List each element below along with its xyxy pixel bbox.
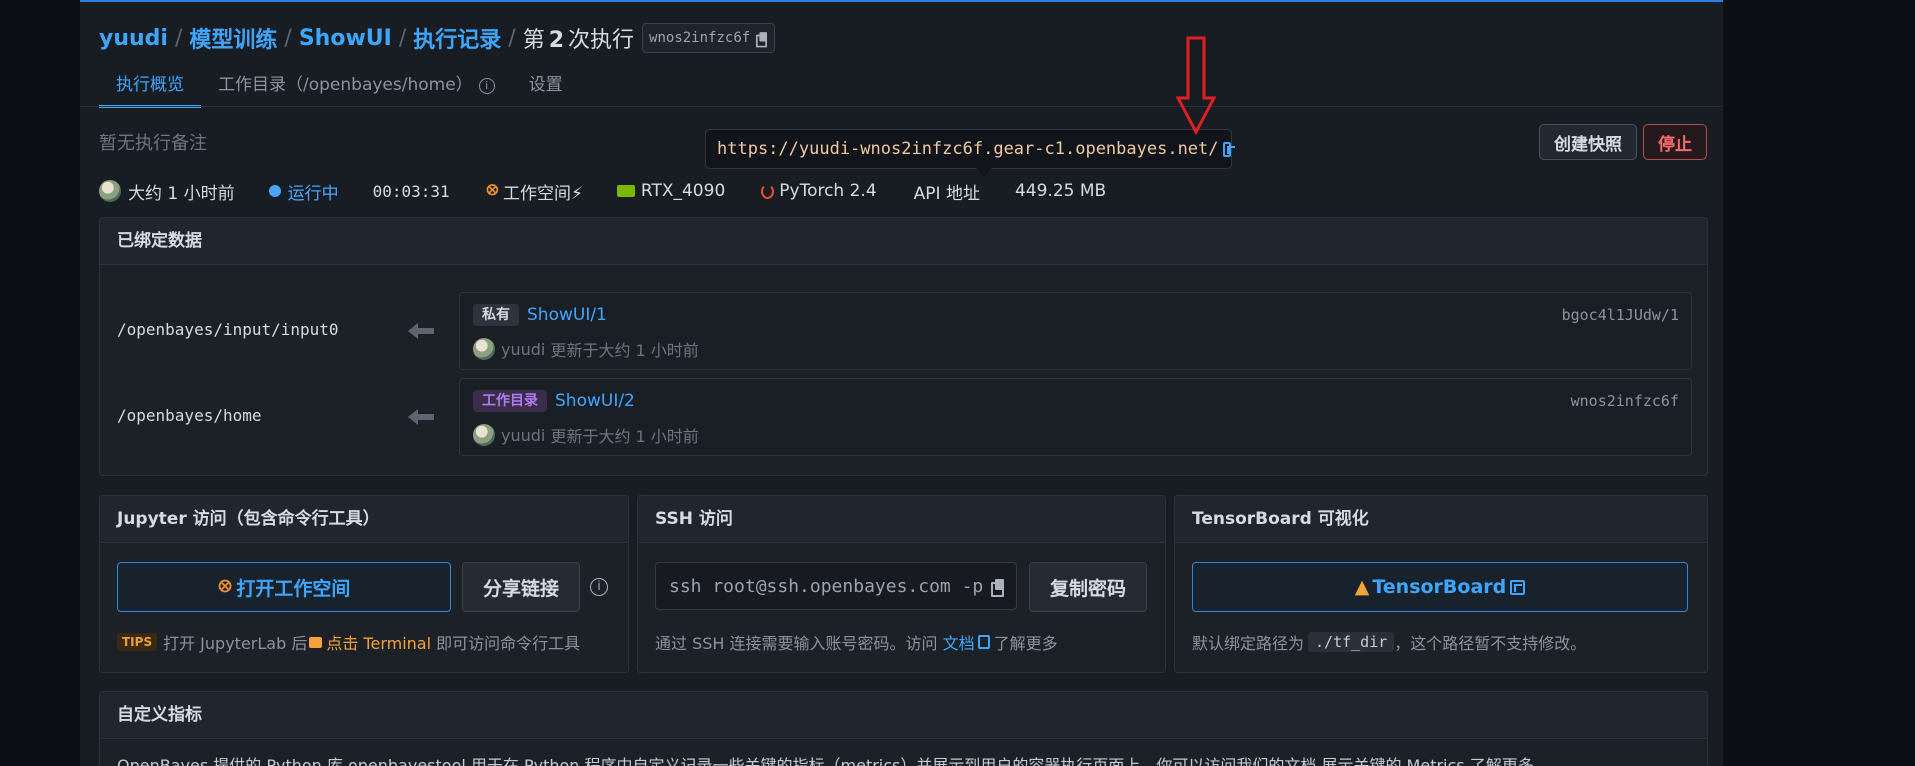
bound-data-panel: 已绑定数据 /openbayes/input/input0 私有 ShowUI/… [99,217,1708,476]
avatar [473,338,495,360]
dataset-card[interactable]: 私有 ShowUI/1 bgoc4l1JUdw/1 yuudi 更新于大约 1 … [459,292,1692,370]
api-address-link[interactable]: API 地址 [914,179,980,204]
api-url-tooltip[interactable]: https://yuudi-wnos2infzc6f.gear-c1.openb… [705,129,1232,177]
jupyter-panel: Jupyter 访问（包含命令行工具） ꕕ 打开工作空间 分享链接 i TIPS … [99,495,629,673]
workdir-link[interactable]: ShowUI/2 [555,390,635,412]
external-link-icon [1510,579,1526,595]
tab-overview[interactable]: 执行概览 [99,70,201,108]
private-badge: 私有 [473,304,519,326]
tf-dir-code: ./tf_dir [1308,632,1395,652]
share-link-button[interactable]: 分享链接 [462,562,580,612]
breadcrumb-user[interactable]: yuudi [99,26,168,51]
execution-note[interactable]: 暂无执行备注 [99,129,207,155]
panel-title: Jupyter 访问（包含命令行工具） [100,496,628,543]
avatar [473,424,495,446]
ssh-panel: SSH 访问 ssh root@ssh.openbayes.com -p 复制密… [637,495,1166,673]
jupyter-help: TIPS 打开 JupyterLab 后点击 Terminal 即可访问命令行工… [117,630,580,654]
gpu-type: RTX_4090 [616,181,725,201]
ssh-help: 通过 SSH 连接需要输入账号密码。访问 文档 了解更多 [655,630,1058,654]
dataset-link[interactable]: ShowUI/1 [527,304,607,326]
custom-metrics-panel: 自定义指标 OpenBayes 提供的 Python 库 openbayesto… [99,691,1708,766]
dataset-meta: yuudi 更新于大约 1 小时前 [473,337,699,361]
info-icon[interactable]: i [590,578,608,596]
bound-data-row: /openbayes/input/input0 私有 ShowUI/1 bgoc… [100,292,1707,370]
status-badge: 运行中 [268,179,339,204]
copy-icon[interactable] [991,579,1004,597]
create-snapshot-button[interactable]: 创建快照 [1539,124,1637,160]
framework: PyTorch 2.4 [761,181,877,201]
breadcrumb-separator: / [398,25,407,51]
workdir-meta: yuudi 更新于大约 1 小时前 [473,423,699,447]
mount-path: /openbayes/home [117,406,262,425]
jupyter-icon: ꕕ [217,576,233,598]
breadcrumb-current: 第 2 次执行 [522,28,635,53]
breadcrumb-records[interactable]: 执行记录 [413,22,501,54]
tab-settings[interactable]: 设置 [512,70,580,108]
bound-data-row: /openbayes/home 工作目录 ShowUI/2 wnos2infzc… [100,378,1707,456]
arrow-left-icon [408,323,434,339]
breadcrumb-project[interactable]: ShowUI [299,26,392,51]
dataset-id: bgoc4l1JUdw/1 [1561,306,1679,324]
panel-title: 自定义指标 [100,692,1707,739]
storage-size: 449.25 MB [1014,181,1107,201]
tips-badge: TIPS [117,633,158,651]
run-id-chip[interactable]: wnos2infzc6f [642,23,776,53]
workspace-type: ꕕ 工作空间⚡ [485,181,583,204]
panel-title: 已绑定数据 [100,218,1707,265]
tensorboard-icon: ▲ [1354,576,1370,598]
avatar [99,180,121,202]
tab-divider [80,106,1723,107]
arrow-left-icon [408,409,434,425]
external-link-icon[interactable] [1222,141,1231,157]
created-time: 大约 1 小时前 [99,179,235,204]
breadcrumb-separator: / [284,25,292,51]
elapsed-time: 00:03:31 [372,181,450,201]
breadcrumb: yuudi / 模型训练 / ShowUI / 执行记录 / 第 2 次执行 wno… [99,22,776,54]
running-dot-icon [268,185,281,197]
breadcrumb-separator: / [508,25,516,51]
mount-path: /openbayes/input/input0 [117,320,339,339]
tab-workdir[interactable]: 工作目录（/openbayes/home） i [201,70,512,108]
terminal-icon [309,636,323,648]
status-row: 大约 1 小时前 运行中 00:03:31 ꕕ 工作空间⚡ RTX_4090 Py… [99,179,1107,204]
docs-link[interactable]: 文档 [943,630,975,654]
workdir-id: wnos2infzc6f [1570,392,1679,410]
run-id: wnos2infzc6f [649,30,751,46]
tensorboard-button[interactable]: ▲ TensorBoard [1192,562,1688,612]
api-url[interactable]: https://yuudi-wnos2infzc6f.gear-c1.openb… [717,139,1219,159]
tab-bar: 执行概览 工作目录（/openbayes/home） i 设置 [99,70,580,108]
tensorboard-help: 默认绑定路径为 ./tf_dir ，这个路径暂不支持修改。 [1192,632,1587,653]
metrics-description: OpenBayes 提供的 Python 库 openbayestool 用于在… [117,756,1534,766]
info-icon: i [478,78,495,94]
workdir-badge: 工作目录 [473,390,547,412]
jupyter-icon: ꕕ [485,181,499,201]
document-icon[interactable] [977,635,990,649]
pytorch-icon [761,183,775,199]
workdir-card[interactable]: 工作目录 ShowUI/2 wnos2infzc6f yuudi 更新于大约 1… [459,378,1692,456]
copy-password-button[interactable]: 复制密码 [1029,562,1147,612]
stop-button[interactable]: 停止 [1643,124,1707,160]
nvidia-icon [616,185,635,197]
ssh-command-field[interactable]: ssh root@ssh.openbayes.com -p [655,562,1017,610]
open-workspace-button[interactable]: ꕕ 打开工作空间 [117,562,451,612]
tensorboard-panel: TensorBoard 可视化 ▲ TensorBoard 默认绑定路径为 ./tf… [1174,495,1708,673]
copy-icon[interactable] [756,31,768,47]
breadcrumb-section[interactable]: 模型训练 [189,22,277,54]
top-accent-line [80,0,1723,2]
panel-title: SSH 访问 [638,496,1165,543]
app-window: yuudi / 模型训练 / ShowUI / 执行记录 / 第 2 次执行 wno… [80,0,1723,766]
breadcrumb-separator: / [174,25,183,51]
annotation-arrow-icon [1176,36,1216,136]
panel-title: TensorBoard 可视化 [1175,496,1707,543]
